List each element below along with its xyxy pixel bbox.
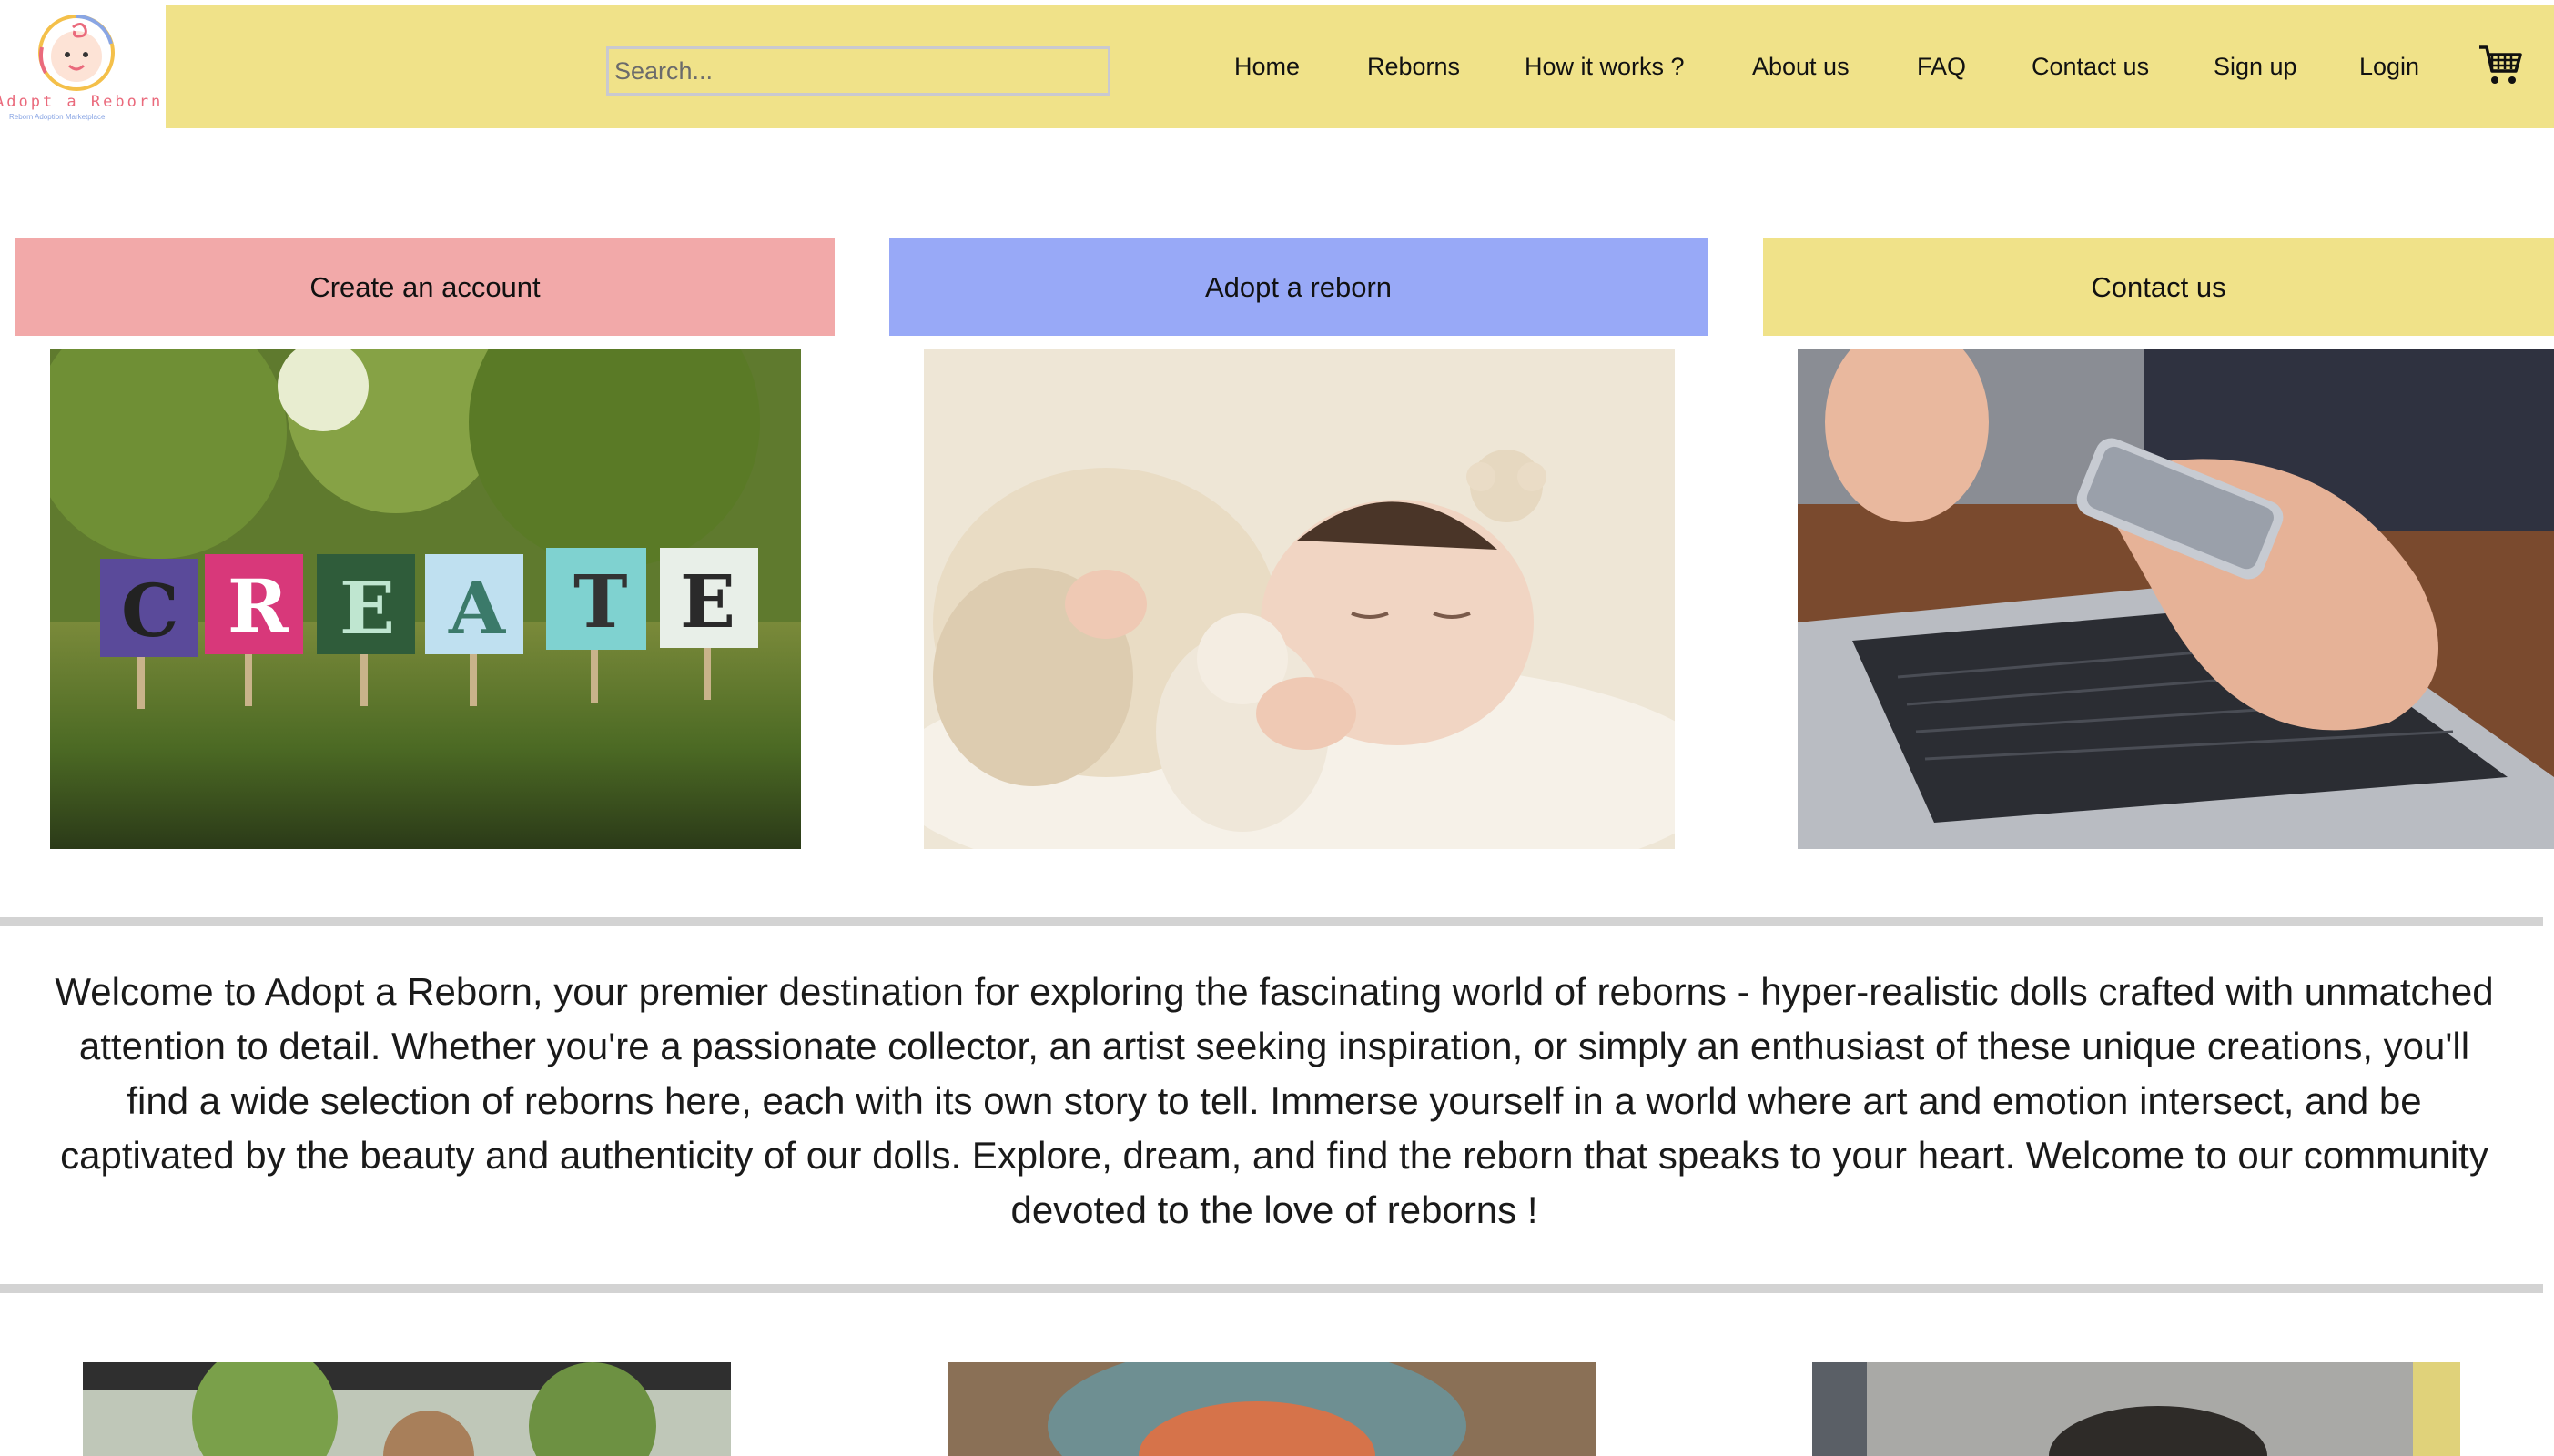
reborn-photo-icon xyxy=(83,1362,731,1456)
nav-link-faq[interactable]: FAQ xyxy=(1917,53,1966,81)
create-letters-image[interactable]: C R E A T E xyxy=(50,349,801,849)
svg-text:E: E xyxy=(680,559,735,644)
contact-us-button[interactable]: Contact us xyxy=(1763,238,2554,336)
nav-link-signup[interactable]: Sign up xyxy=(2214,53,2297,81)
nav-link-login[interactable]: Login xyxy=(2359,53,2419,81)
create-account-button[interactable]: Create an account xyxy=(15,238,835,336)
site-header: Adopt a Reborn Reborn Adoption Marketpla… xyxy=(0,0,2554,128)
nav-link-how-it-works[interactable]: How it works ? xyxy=(1525,53,1685,81)
logo[interactable]: Adopt a Reborn Reborn Adoption Marketpla… xyxy=(0,0,166,128)
nav-link-home[interactable]: Home xyxy=(1234,53,1300,81)
svg-text:C: C xyxy=(121,568,179,653)
section-divider-bottom xyxy=(0,1284,2543,1293)
phone-laptop-image[interactable] xyxy=(1798,349,2554,849)
sleeping-baby-image[interactable] xyxy=(924,349,1675,849)
section-divider-top xyxy=(0,917,2543,926)
nav-link-reborns[interactable]: Reborns xyxy=(1367,53,1460,81)
phone-and-laptop-icon xyxy=(1798,349,2554,849)
reborn-photo-icon xyxy=(948,1362,1596,1456)
adopt-reborn-button[interactable]: Adopt a reborn xyxy=(889,238,1708,336)
reborn-thumbnail-3[interactable] xyxy=(1812,1362,2460,1456)
baby-face-logo-icon xyxy=(38,15,115,91)
shopping-cart-icon[interactable] xyxy=(2478,42,2523,87)
svg-text:T: T xyxy=(573,559,628,644)
create-letters-on-lawn-icon: C R E A T E xyxy=(50,349,801,849)
svg-text:A: A xyxy=(448,565,506,651)
nav-link-contact[interactable]: Contact us xyxy=(2032,53,2149,81)
welcome-text: Welcome to Adopt a Reborn, your premier … xyxy=(55,970,2494,1231)
svg-text:R: R xyxy=(228,563,289,649)
svg-text:E: E xyxy=(340,565,395,651)
logo-subtitle: Reborn Adoption Marketplace xyxy=(9,113,106,121)
reborn-photo-icon xyxy=(1812,1362,2460,1456)
nav-bar: Home Reborns How it works ? About us FAQ… xyxy=(166,5,2554,128)
reborn-thumbnail-2[interactable] xyxy=(948,1362,1596,1456)
nav-link-about[interactable]: About us xyxy=(1752,53,1850,81)
search-input[interactable] xyxy=(606,46,1110,96)
sleeping-baby-doll-icon xyxy=(924,349,1675,849)
logo-title: Adopt a Reborn xyxy=(0,93,164,111)
reborn-thumbnail-1[interactable] xyxy=(83,1362,731,1456)
